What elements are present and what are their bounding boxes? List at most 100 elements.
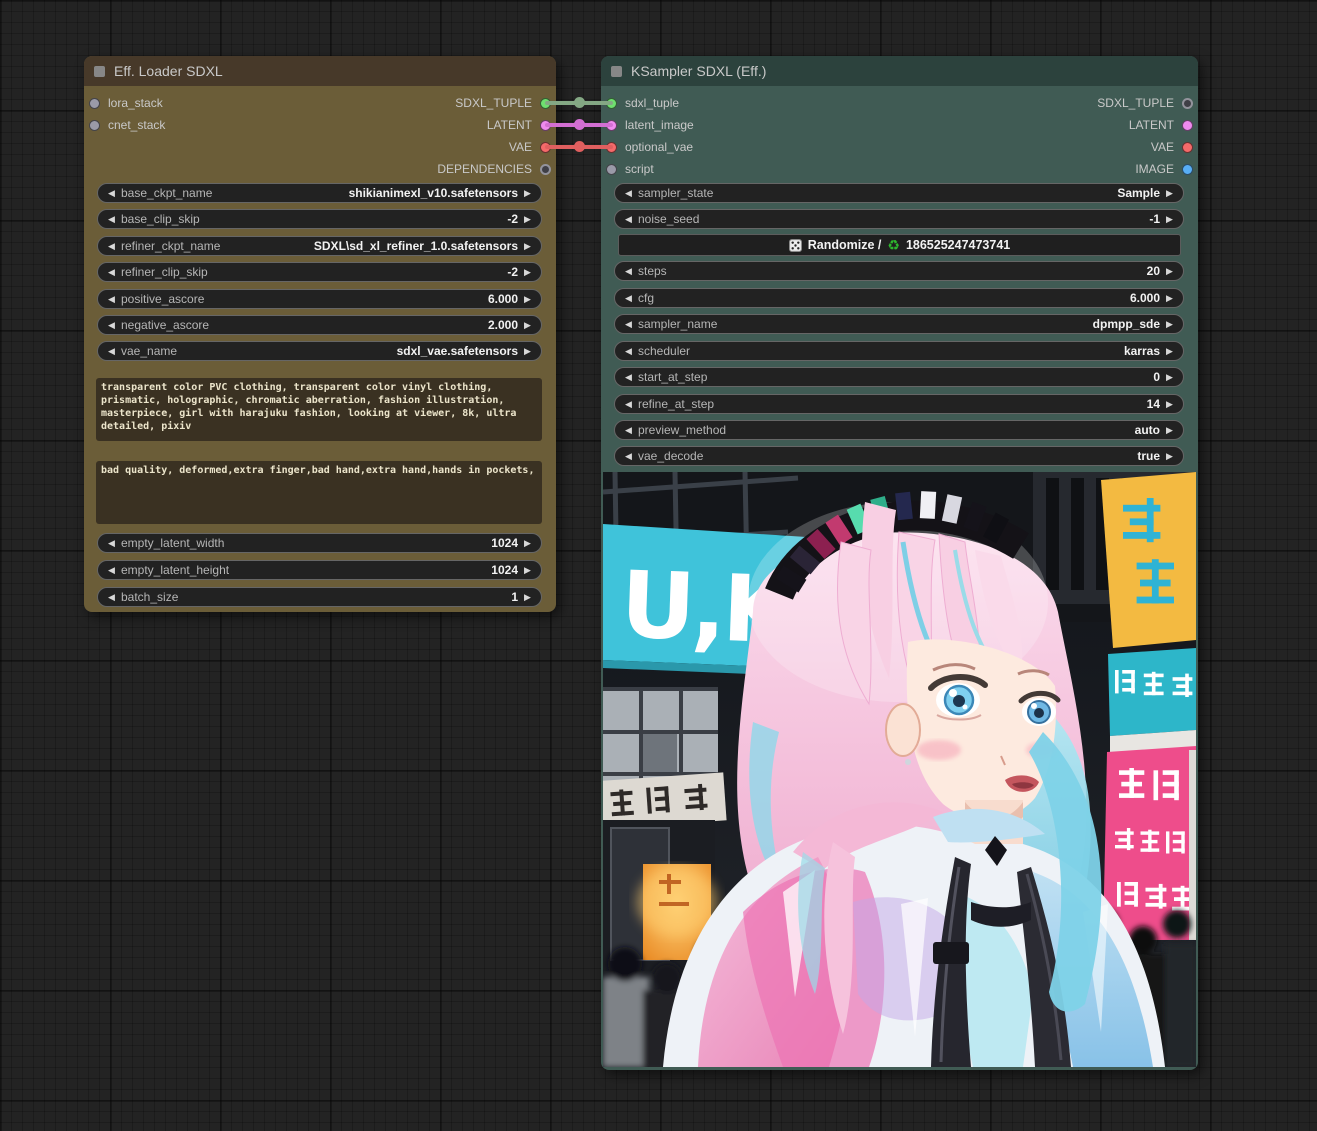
decrement-arrow-icon[interactable]: ◀: [105, 241, 118, 252]
increment-arrow-icon[interactable]: ▶: [1163, 346, 1176, 357]
decrement-arrow-icon[interactable]: ◀: [622, 399, 635, 410]
randomize-seed-button[interactable]: Randomize / ♻ 186525247473741: [618, 234, 1181, 256]
increment-arrow-icon[interactable]: ▶: [521, 188, 534, 199]
node-title-bar[interactable]: Eff. Loader SDXL: [84, 56, 556, 86]
increment-arrow-icon[interactable]: ▶: [1163, 425, 1176, 436]
increment-arrow-icon[interactable]: ▶: [1163, 214, 1176, 225]
port-dot[interactable]: [89, 120, 100, 131]
decrement-arrow-icon[interactable]: ◀: [105, 188, 118, 199]
output-port-sdxl-tuple[interactable]: SDXL_TUPLE: [1097, 92, 1193, 114]
widget-preview-method[interactable]: ◀ preview_method auto ▶: [614, 420, 1184, 440]
node-ksampler-sdxl[interactable]: KSampler SDXL (Eff.) sdxl_tuple latent_i…: [601, 56, 1198, 1070]
decrement-arrow-icon[interactable]: ◀: [105, 565, 118, 576]
increment-arrow-icon[interactable]: ▶: [521, 241, 534, 252]
widget-empty-latent-height[interactable]: ◀ empty_latent_height 1024 ▶: [97, 560, 542, 580]
widget-noise-seed[interactable]: ◀ noise_seed -1 ▶: [614, 209, 1184, 229]
decrement-arrow-icon[interactable]: ◀: [105, 267, 118, 278]
input-port-sdxl-tuple[interactable]: sdxl_tuple: [606, 92, 679, 114]
widget-base-clip-skip[interactable]: ◀ base_clip_skip -2 ▶: [97, 209, 542, 229]
link-midpoint-dot[interactable]: [574, 97, 585, 108]
widget-sampler-state[interactable]: ◀ sampler_state Sample ▶: [614, 183, 1184, 203]
decrement-arrow-icon[interactable]: ◀: [105, 214, 118, 225]
increment-arrow-icon[interactable]: ▶: [1163, 293, 1176, 304]
increment-arrow-icon[interactable]: ▶: [1163, 319, 1176, 330]
port-dot[interactable]: [606, 164, 617, 175]
widget-vae-name[interactable]: ◀ vae_name sdxl_vae.safetensors ▶: [97, 341, 542, 361]
port-dot[interactable]: [1182, 120, 1193, 131]
decrement-arrow-icon[interactable]: ◀: [622, 214, 635, 225]
widget-base-ckpt-name[interactable]: ◀ base_ckpt_name shikianimexl_v10.safete…: [97, 183, 542, 203]
widget-refiner-ckpt-name[interactable]: ◀ refiner_ckpt_name SDXL\sd_xl_refiner_1…: [97, 236, 542, 256]
node-eff-loader-sdxl[interactable]: Eff. Loader SDXL lora_stack cnet_stack S…: [84, 56, 556, 612]
input-port-cnet-stack[interactable]: cnet_stack: [89, 114, 165, 136]
widget-positive-ascore[interactable]: ◀ positive_ascore 6.000 ▶: [97, 289, 542, 309]
widget-refiner-clip-skip[interactable]: ◀ refiner_clip_skip -2 ▶: [97, 262, 542, 282]
decrement-arrow-icon[interactable]: ◀: [622, 372, 635, 383]
port-dot[interactable]: [1182, 164, 1193, 175]
negative-prompt-textarea[interactable]: bad quality, deformed,extra finger,bad h…: [96, 461, 542, 524]
decrement-arrow-icon[interactable]: ◀: [622, 451, 635, 462]
input-port-lora-stack[interactable]: lora_stack: [89, 92, 163, 114]
output-port-dependencies[interactable]: DEPENDENCIES: [437, 158, 551, 180]
increment-arrow-icon[interactable]: ▶: [521, 346, 534, 357]
link-latent[interactable]: [545, 123, 613, 127]
decrement-arrow-icon[interactable]: ◀: [622, 188, 635, 199]
port-label: cnet_stack: [108, 118, 165, 132]
port-label: LATENT: [1129, 118, 1174, 132]
output-port-image[interactable]: IMAGE: [1135, 158, 1193, 180]
increment-arrow-icon[interactable]: ▶: [1163, 399, 1176, 410]
output-port-vae[interactable]: VAE: [1151, 136, 1193, 158]
increment-arrow-icon[interactable]: ▶: [521, 565, 534, 576]
increment-arrow-icon[interactable]: ▶: [521, 320, 534, 331]
increment-arrow-icon[interactable]: ▶: [521, 214, 534, 225]
widget-start-at-step[interactable]: ◀ start_at_step 0 ▶: [614, 367, 1184, 387]
port-dot[interactable]: [1182, 142, 1193, 153]
widget-batch-size[interactable]: ◀ batch_size 1 ▶: [97, 587, 542, 607]
decrement-arrow-icon[interactable]: ◀: [105, 294, 118, 305]
widget-negative-ascore[interactable]: ◀ negative_ascore 2.000 ▶: [97, 315, 542, 335]
output-port-sdxl-tuple[interactable]: SDXL_TUPLE: [455, 92, 551, 114]
increment-arrow-icon[interactable]: ▶: [521, 267, 534, 278]
increment-arrow-icon[interactable]: ▶: [521, 538, 534, 549]
output-port-latent[interactable]: LATENT: [487, 114, 551, 136]
link-vae[interactable]: [545, 145, 613, 149]
increment-arrow-icon[interactable]: ▶: [1163, 188, 1176, 199]
output-port-latent[interactable]: LATENT: [1129, 114, 1193, 136]
positive-prompt-textarea[interactable]: transparent color PVC clothing, transpar…: [96, 378, 542, 441]
increment-arrow-icon[interactable]: ▶: [521, 294, 534, 305]
decrement-arrow-icon[interactable]: ◀: [622, 266, 635, 277]
input-port-script[interactable]: script: [606, 158, 654, 180]
node-graph-canvas[interactable]: Eff. Loader SDXL lora_stack cnet_stack S…: [0, 0, 1317, 1131]
input-port-optional-vae[interactable]: optional_vae: [606, 136, 693, 158]
widget-sampler-name[interactable]: ◀ sampler_name dpmpp_sde ▶: [614, 314, 1184, 334]
decrement-arrow-icon[interactable]: ◀: [105, 346, 118, 357]
port-dot[interactable]: [89, 98, 100, 109]
collapse-icon[interactable]: [611, 66, 622, 77]
port-dot[interactable]: [540, 164, 551, 175]
widget-cfg[interactable]: ◀ cfg 6.000 ▶: [614, 288, 1184, 308]
widget-vae-decode[interactable]: ◀ vae_decode true ▶: [614, 446, 1184, 466]
increment-arrow-icon[interactable]: ▶: [1163, 266, 1176, 277]
link-sdxl-tuple[interactable]: [545, 101, 613, 105]
decrement-arrow-icon[interactable]: ◀: [105, 320, 118, 331]
widget-steps[interactable]: ◀ steps 20 ▶: [614, 261, 1184, 281]
increment-arrow-icon[interactable]: ▶: [521, 592, 534, 603]
increment-arrow-icon[interactable]: ▶: [1163, 372, 1176, 383]
widget-empty-latent-width[interactable]: ◀ empty_latent_width 1024 ▶: [97, 533, 542, 553]
decrement-arrow-icon[interactable]: ◀: [105, 592, 118, 603]
decrement-arrow-icon[interactable]: ◀: [622, 425, 635, 436]
widget-scheduler[interactable]: ◀ scheduler karras ▶: [614, 341, 1184, 361]
decrement-arrow-icon[interactable]: ◀: [622, 346, 635, 357]
link-midpoint-dot[interactable]: [574, 119, 585, 130]
widget-refine-at-step[interactable]: ◀ refine_at_step 14 ▶: [614, 394, 1184, 414]
node-title-bar[interactable]: KSampler SDXL (Eff.): [601, 56, 1198, 86]
input-port-latent-image[interactable]: latent_image: [606, 114, 694, 136]
decrement-arrow-icon[interactable]: ◀: [105, 538, 118, 549]
decrement-arrow-icon[interactable]: ◀: [622, 319, 635, 330]
collapse-icon[interactable]: [94, 66, 105, 77]
increment-arrow-icon[interactable]: ▶: [1163, 451, 1176, 462]
link-midpoint-dot[interactable]: [574, 141, 585, 152]
decrement-arrow-icon[interactable]: ◀: [622, 293, 635, 304]
widget-value: SDXL\sd_xl_refiner_1.0.safetensors: [314, 239, 518, 253]
port-dot[interactable]: [1182, 98, 1193, 109]
